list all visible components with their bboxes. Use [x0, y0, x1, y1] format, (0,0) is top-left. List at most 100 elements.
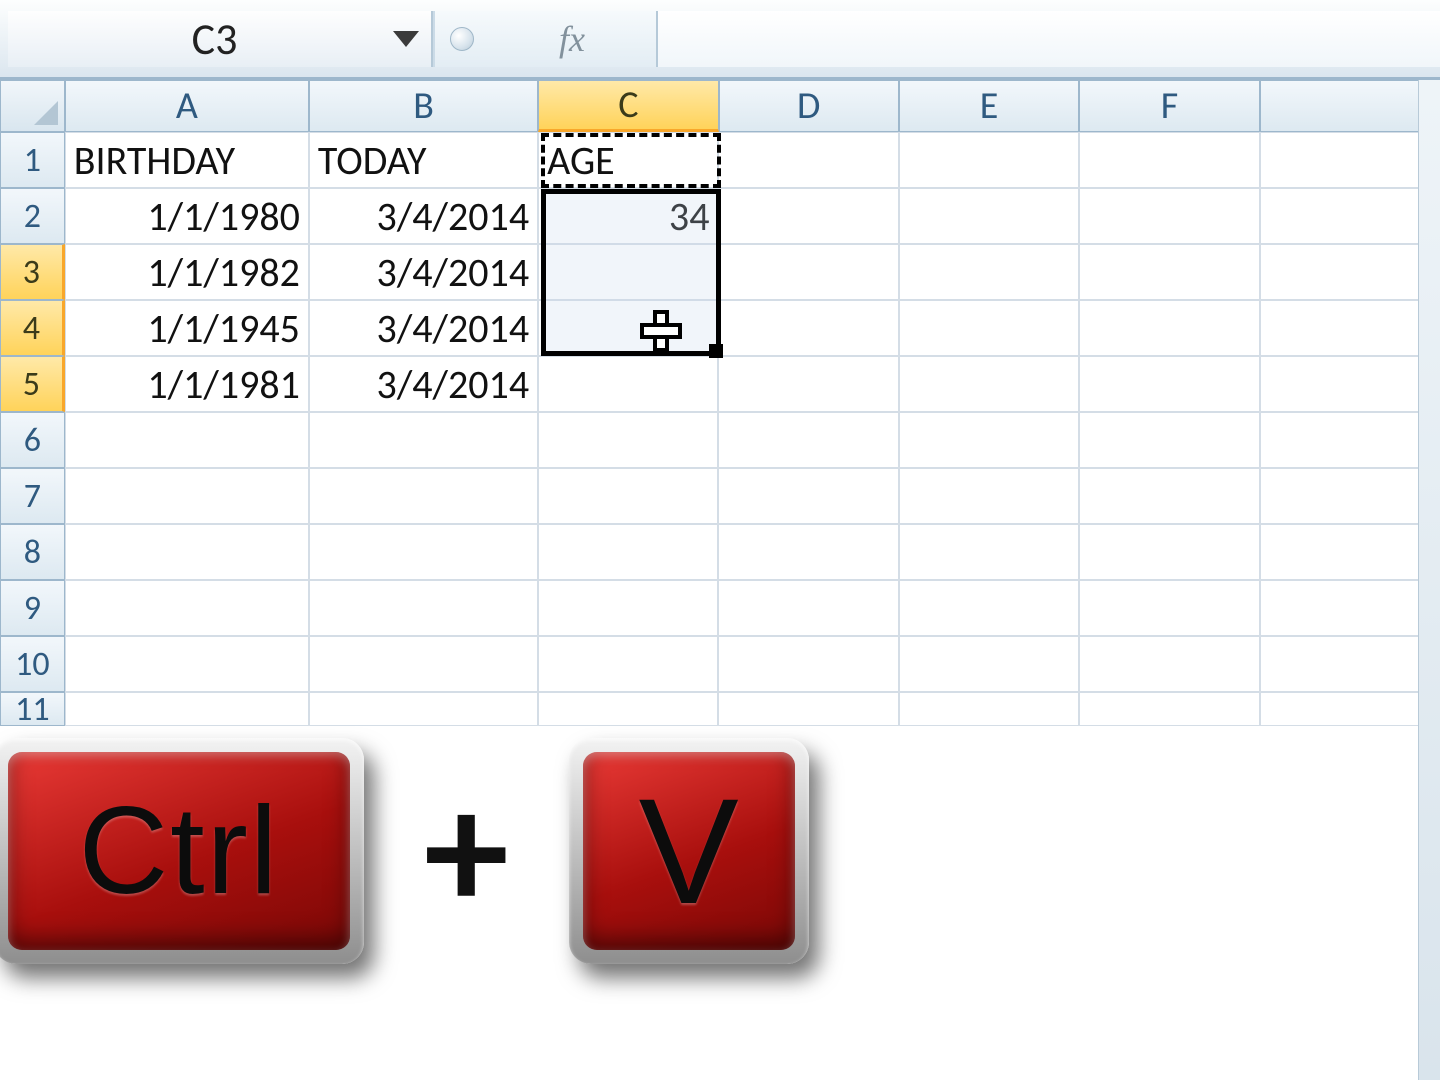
cell-A7[interactable]	[65, 468, 309, 524]
cell-A5[interactable]: 1/1/1981	[65, 356, 309, 412]
col-header-B[interactable]: B	[309, 80, 538, 132]
cell-G5[interactable]	[1260, 356, 1440, 412]
col-header-F[interactable]: F	[1079, 80, 1259, 132]
row-header-1[interactable]: 1	[0, 132, 65, 188]
col-header-D[interactable]: D	[719, 80, 899, 132]
cell-D6[interactable]	[718, 412, 898, 468]
cell-C4[interactable]	[538, 300, 718, 356]
cell-F7[interactable]	[1079, 468, 1259, 524]
cell-A3[interactable]: 1/1/1982	[65, 244, 309, 300]
cell-G1[interactable]	[1260, 132, 1440, 188]
cell-F1[interactable]	[1079, 132, 1259, 188]
row-header-9[interactable]: 9	[0, 580, 65, 636]
insert-function-button[interactable]: fx	[488, 11, 658, 67]
row-header-6[interactable]: 6	[0, 412, 65, 468]
cell-C1[interactable]: AGE	[538, 132, 718, 188]
cell-B11[interactable]	[309, 692, 538, 726]
cell-A9[interactable]	[65, 580, 309, 636]
cell-D11[interactable]	[718, 692, 898, 726]
cell-A10[interactable]	[65, 636, 309, 692]
cell-B1[interactable]: TODAY	[309, 132, 538, 188]
cell-E9[interactable]	[899, 580, 1079, 636]
cell-G9[interactable]	[1260, 580, 1440, 636]
cell-A2[interactable]: 1/1/1980	[65, 188, 309, 244]
cell-D1[interactable]	[718, 132, 898, 188]
cell-D8[interactable]	[718, 524, 898, 580]
cell-C11[interactable]	[538, 692, 718, 726]
cell-F3[interactable]	[1079, 244, 1259, 300]
spreadsheet-grid[interactable]: A B C D E F 1 BIRTHDAY TODAY AGE 2 1/1/1…	[0, 80, 1440, 726]
cell-C2[interactable]: 34	[538, 188, 718, 244]
cell-C3[interactable]	[538, 244, 718, 300]
cell-G10[interactable]	[1260, 636, 1440, 692]
cell-A11[interactable]	[65, 692, 309, 726]
cell-C6[interactable]	[538, 412, 718, 468]
cell-F6[interactable]	[1079, 412, 1259, 468]
cell-B5[interactable]: 3/4/2014	[309, 356, 538, 412]
cell-B10[interactable]	[309, 636, 538, 692]
cell-D4[interactable]	[718, 300, 898, 356]
row-header-8[interactable]: 8	[0, 524, 65, 580]
cell-G8[interactable]	[1260, 524, 1440, 580]
select-all-corner[interactable]	[0, 80, 65, 132]
cell-E4[interactable]	[899, 300, 1079, 356]
cell-C10[interactable]	[538, 636, 718, 692]
cell-F8[interactable]	[1079, 524, 1259, 580]
cell-E7[interactable]	[899, 468, 1079, 524]
cell-B4[interactable]: 3/4/2014	[309, 300, 538, 356]
col-header-extra[interactable]	[1260, 80, 1440, 132]
cell-G11[interactable]	[1260, 692, 1440, 726]
cell-F10[interactable]	[1079, 636, 1259, 692]
col-header-A[interactable]: A	[65, 80, 309, 132]
cancel-button[interactable]	[433, 11, 488, 67]
name-box[interactable]: C3	[8, 11, 433, 67]
cell-B6[interactable]	[309, 412, 538, 468]
col-header-C[interactable]: C	[538, 80, 718, 132]
cell-D3[interactable]	[718, 244, 898, 300]
cell-E5[interactable]	[899, 356, 1079, 412]
row-header-3[interactable]: 3	[0, 244, 65, 300]
row-header-11[interactable]: 11	[0, 692, 65, 726]
cell-G7[interactable]	[1260, 468, 1440, 524]
cell-G4[interactable]	[1260, 300, 1440, 356]
row-header-5[interactable]: 5	[0, 356, 65, 412]
cell-E6[interactable]	[899, 412, 1079, 468]
cell-C7[interactable]	[538, 468, 718, 524]
cell-F4[interactable]	[1079, 300, 1259, 356]
cell-A6[interactable]	[65, 412, 309, 468]
cell-D10[interactable]	[718, 636, 898, 692]
cell-E1[interactable]	[899, 132, 1079, 188]
cell-D2[interactable]	[718, 188, 898, 244]
cell-G3[interactable]	[1260, 244, 1440, 300]
cell-E2[interactable]	[899, 188, 1079, 244]
cell-F9[interactable]	[1079, 580, 1259, 636]
cell-E10[interactable]	[899, 636, 1079, 692]
cell-B3[interactable]: 3/4/2014	[309, 244, 538, 300]
row-header-10[interactable]: 10	[0, 636, 65, 692]
cell-A4[interactable]: 1/1/1945	[65, 300, 309, 356]
cell-A8[interactable]	[65, 524, 309, 580]
cell-C5[interactable]	[538, 356, 718, 412]
cell-B9[interactable]	[309, 580, 538, 636]
cell-D5[interactable]	[718, 356, 898, 412]
cell-B2[interactable]: 3/4/2014	[309, 188, 538, 244]
row-header-4[interactable]: 4	[0, 300, 65, 356]
cell-D7[interactable]	[718, 468, 898, 524]
cell-G6[interactable]	[1260, 412, 1440, 468]
vertical-scrollbar[interactable]	[1418, 80, 1440, 1080]
cell-F2[interactable]	[1079, 188, 1259, 244]
cell-E11[interactable]	[899, 692, 1079, 726]
cell-E8[interactable]	[899, 524, 1079, 580]
formula-input[interactable]	[658, 11, 1440, 67]
cell-E3[interactable]	[899, 244, 1079, 300]
name-box-dropdown[interactable]	[381, 11, 431, 67]
cell-F5[interactable]	[1079, 356, 1259, 412]
cell-G2[interactable]	[1260, 188, 1440, 244]
col-header-E[interactable]: E	[899, 80, 1079, 132]
row-header-2[interactable]: 2	[0, 188, 65, 244]
cell-F11[interactable]	[1079, 692, 1259, 726]
row-header-7[interactable]: 7	[0, 468, 65, 524]
cell-C9[interactable]	[538, 580, 718, 636]
cell-C8[interactable]	[538, 524, 718, 580]
cell-B8[interactable]	[309, 524, 538, 580]
